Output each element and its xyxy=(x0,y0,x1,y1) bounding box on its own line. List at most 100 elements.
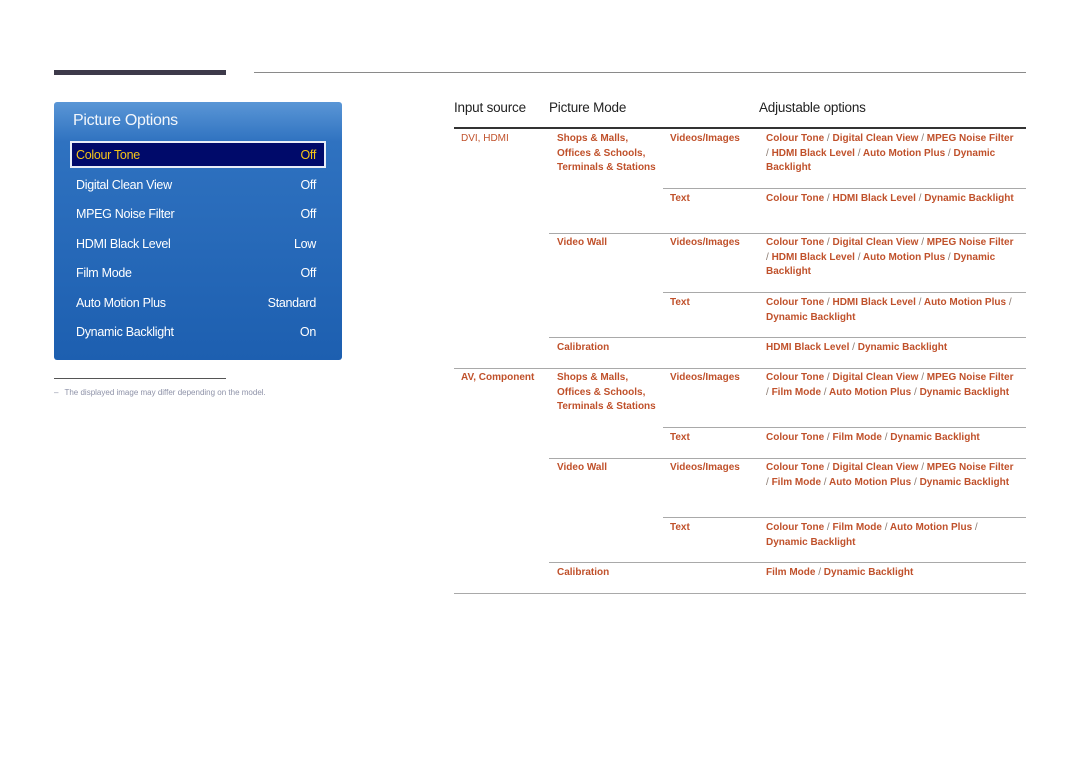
row-divider xyxy=(549,458,1026,459)
option-name: Film Mode xyxy=(832,522,882,533)
separator: / xyxy=(921,237,924,248)
separator: / xyxy=(823,386,827,398)
separator: / xyxy=(852,342,855,353)
menu-item-auto-motion-plus[interactable]: Auto Motion Plus Standard xyxy=(70,289,326,316)
separator: / xyxy=(826,193,830,204)
adjustable-options: Colour Tone / Digital Clean View / MPEG … xyxy=(766,371,1018,400)
menu-item-digital-clean-view[interactable]: Digital Clean View Off xyxy=(70,171,326,198)
option-name: Digital Clean View xyxy=(832,462,919,473)
option-name: Colour Tone xyxy=(766,522,825,533)
sub-mode: Videos/Images xyxy=(670,462,740,473)
adjustable-options: Colour Tone / Film Mode / Dynamic Backli… xyxy=(766,431,1018,446)
menu-item-label: Dynamic Backlight xyxy=(76,324,174,339)
separator: / xyxy=(947,251,951,263)
separator: / xyxy=(826,372,830,383)
row-divider xyxy=(549,233,1026,234)
source-dvi-hdmi: DVI, HDMI xyxy=(461,133,509,144)
adjustable-options: Film Mode / Dynamic Backlight xyxy=(766,566,1018,581)
option-name: Film Mode xyxy=(832,432,882,443)
menu-item-value: Off xyxy=(300,206,316,221)
menu-item-value: Off xyxy=(300,147,316,162)
menu-item-label: HDMI Black Level xyxy=(76,236,171,251)
sub-mode: Text xyxy=(670,432,690,443)
menu-item-film-mode[interactable]: Film Mode Off xyxy=(70,259,326,286)
option-name: Dynamic Backlight xyxy=(919,476,1010,488)
option-name: Auto Motion Plus xyxy=(829,476,912,488)
option-name: Dynamic Backlight xyxy=(924,193,1014,204)
menu-title: Picture Options xyxy=(73,112,178,129)
separator: / xyxy=(918,297,922,308)
option-name: Digital Clean View xyxy=(832,237,919,248)
separator: / xyxy=(947,147,951,159)
separator: / xyxy=(918,193,922,204)
mode-calibration: Calibration xyxy=(557,567,610,578)
option-name: HDMI Black Level xyxy=(771,251,855,263)
row-divider xyxy=(663,292,1026,293)
footnote-rule xyxy=(54,378,226,379)
sub-mode: Text xyxy=(670,522,690,533)
separator: / xyxy=(826,522,830,533)
option-name: Colour Tone xyxy=(766,297,825,308)
footnote: – The displayed image may differ dependin… xyxy=(54,388,266,397)
separator: / xyxy=(826,462,830,473)
option-name: HDMI Black Level xyxy=(771,147,855,159)
mode-calibration: Calibration xyxy=(557,342,610,353)
option-name: Auto Motion Plus xyxy=(829,386,912,398)
option-name: MPEG Noise Filter xyxy=(926,372,1014,383)
separator: / xyxy=(884,522,888,533)
option-name: Film Mode xyxy=(766,567,816,578)
option-name: Digital Clean View xyxy=(832,372,919,383)
separator: / xyxy=(914,476,917,488)
header-picture-mode: Picture Mode xyxy=(549,100,627,115)
option-name: Film Mode xyxy=(771,386,822,398)
option-name: Dynamic Backlight xyxy=(766,311,856,323)
menu-item-dynamic-backlight[interactable]: Dynamic Backlight On xyxy=(70,318,326,345)
option-name: HDMI Black Level xyxy=(832,297,916,308)
separator: / xyxy=(921,133,924,144)
separator: / xyxy=(826,133,830,144)
sub-mode: Videos/Images xyxy=(670,237,740,248)
option-name: Colour Tone xyxy=(766,237,825,248)
separator: / xyxy=(766,251,769,263)
separator: / xyxy=(826,432,830,443)
option-name: Dynamic Backlight xyxy=(857,342,948,353)
sub-mode: Videos/Images xyxy=(670,372,740,383)
option-name: Dynamic Backlight xyxy=(890,432,980,443)
menu-item-value: Standard xyxy=(267,295,317,310)
adjustable-options: Colour Tone / Digital Clean View / MPEG … xyxy=(766,236,1018,280)
option-name: HDMI Black Level xyxy=(766,342,850,353)
mode-shops-offices-terminals: Shops & Malls, Offices & Schools, Termin… xyxy=(557,372,656,413)
option-name: MPEG Noise Filter xyxy=(926,462,1014,473)
option-name: Colour Tone xyxy=(766,432,825,443)
adjustable-options: HDMI Black Level / Dynamic Backlight xyxy=(766,341,1018,356)
separator: / xyxy=(826,237,830,248)
separator: / xyxy=(857,251,861,263)
adjustable-options: Colour Tone / HDMI Black Level / Dynamic… xyxy=(766,192,1018,207)
table-bottom-rule xyxy=(454,593,1026,594)
option-name: Colour Tone xyxy=(766,372,825,383)
option-name: Digital Clean View xyxy=(832,133,919,144)
menu-item-value: Off xyxy=(300,177,316,192)
footnote-text: The displayed image may differ depending… xyxy=(64,388,266,397)
menu-item-mpeg-noise-filter[interactable]: MPEG Noise Filter Off xyxy=(70,200,326,227)
menu-item-value: On xyxy=(299,324,316,339)
separator: / xyxy=(974,522,978,533)
mode-video-wall: Video Wall xyxy=(557,462,608,473)
menu-item-value: Low xyxy=(293,236,316,251)
footnote-dash: – xyxy=(54,388,59,397)
option-name: HDMI Black Level xyxy=(832,193,916,204)
mode-video-wall: Video Wall xyxy=(557,237,608,248)
option-name: Colour Tone xyxy=(766,193,825,204)
sub-mode: Videos/Images xyxy=(670,133,740,144)
separator: / xyxy=(766,147,769,159)
option-name: Dynamic Backlight xyxy=(766,536,856,548)
menu-item-colour-tone[interactable]: Colour Tone Off xyxy=(70,141,326,168)
header-input-source: Input source xyxy=(454,100,526,115)
menu-item-hdmi-black-level[interactable]: HDMI Black Level Low xyxy=(70,230,326,257)
header-bar xyxy=(54,70,226,75)
row-divider xyxy=(663,427,1026,428)
option-name: Film Mode xyxy=(771,476,822,488)
menu-item-label: Digital Clean View xyxy=(76,177,172,192)
row-divider xyxy=(663,188,1026,189)
separator: / xyxy=(766,386,769,398)
